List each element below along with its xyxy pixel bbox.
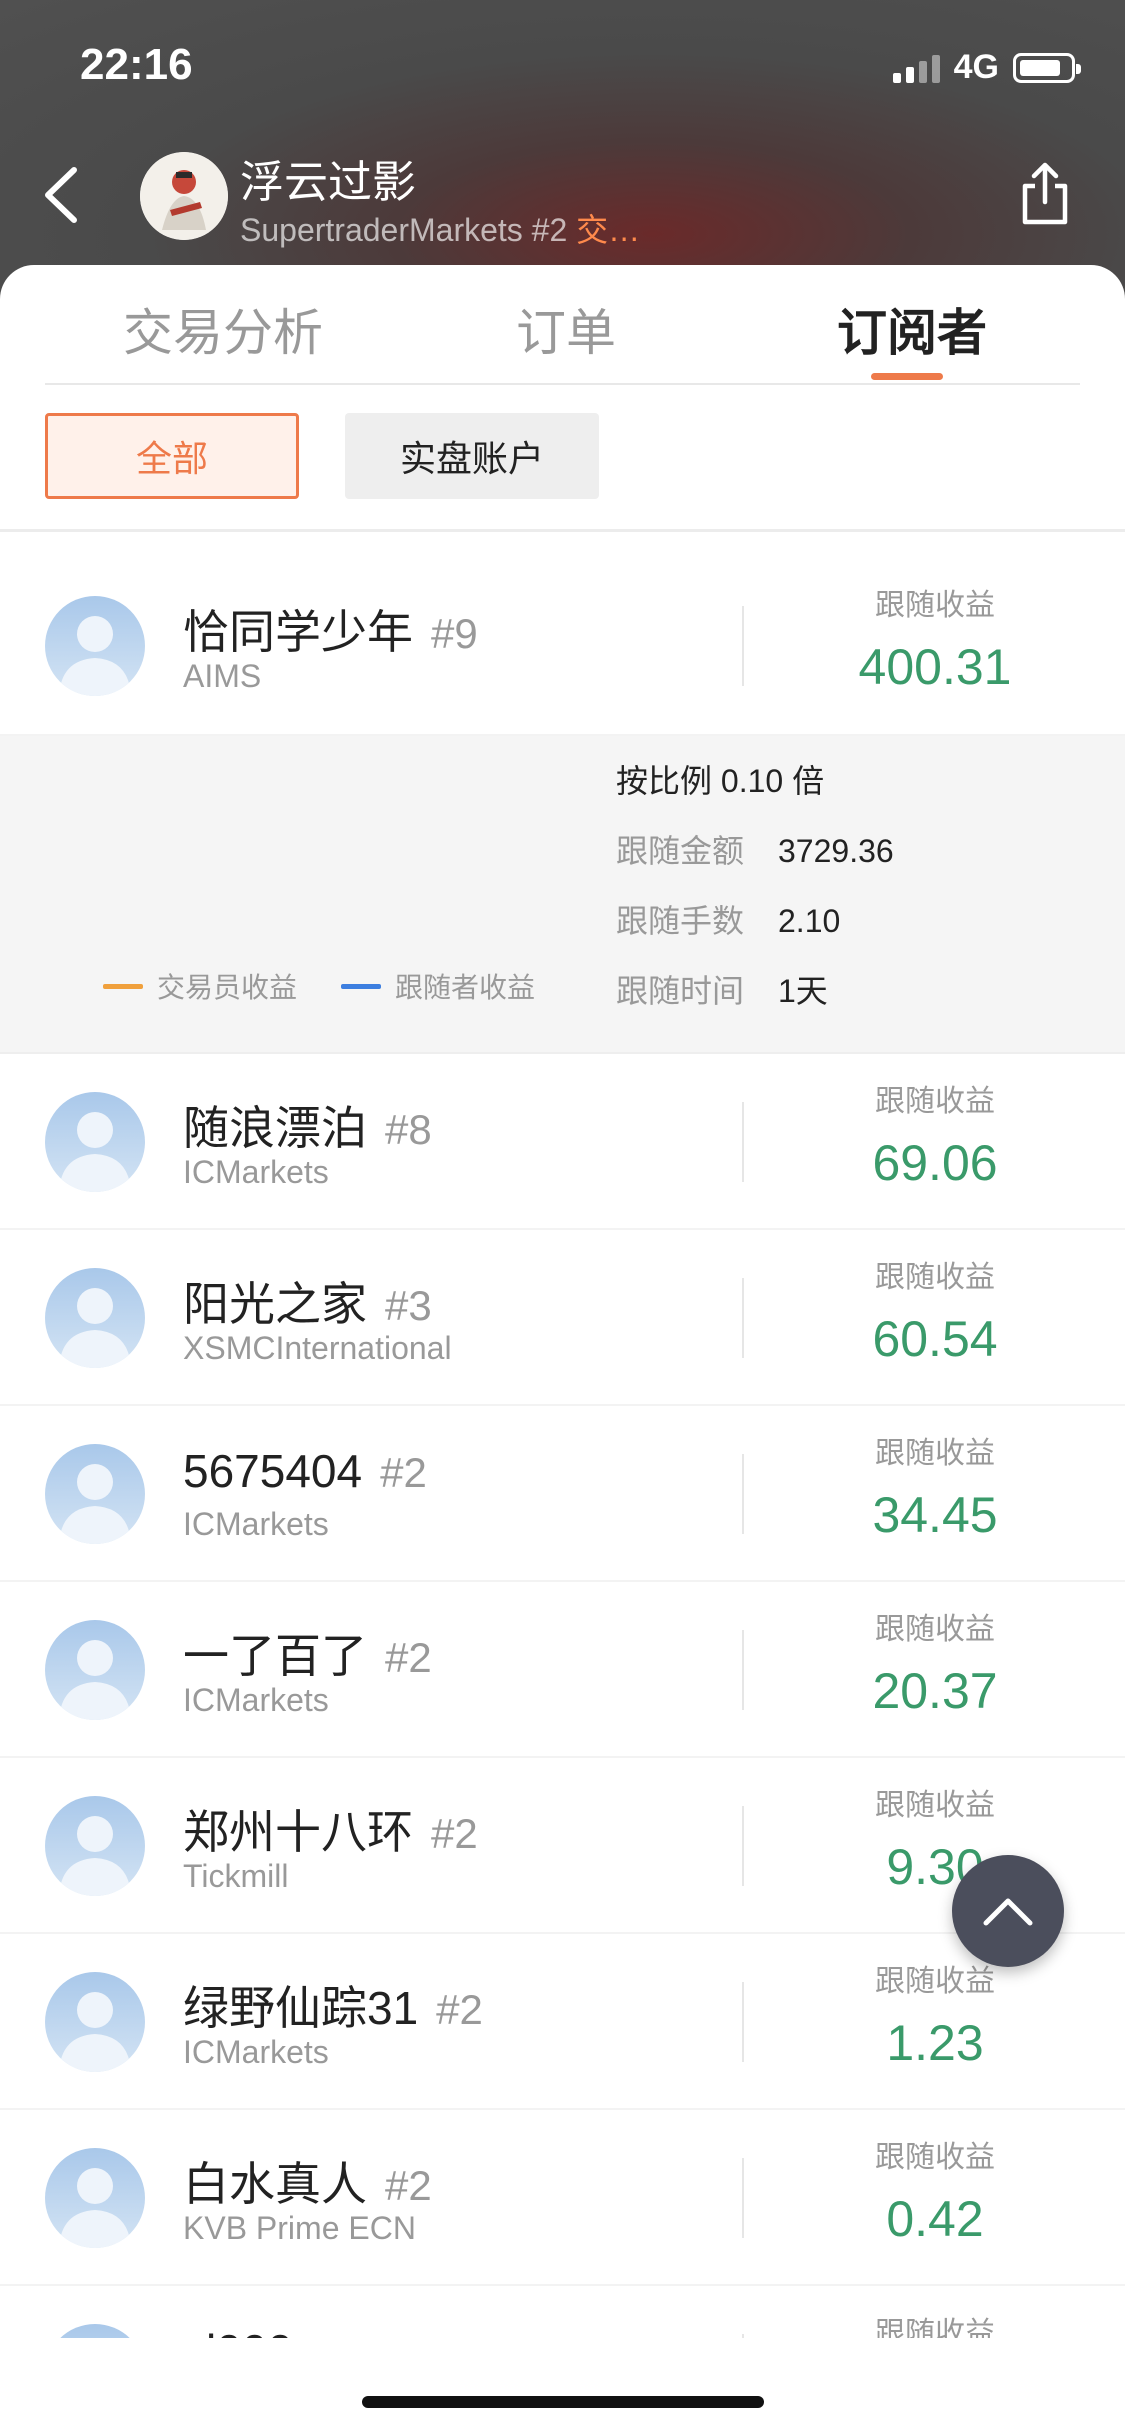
trader-avatar[interactable] (140, 152, 228, 240)
subscriber-rank: #2 (385, 2162, 432, 2209)
subscriber-broker: ICMarkets (183, 2034, 329, 2070)
subscriber-broker: KVB Prime ECN (183, 2210, 416, 2246)
follow-time: 跟随时间 1天 (616, 973, 828, 1009)
tab-subscribers[interactable]: 订阅者 (837, 293, 987, 365)
chart-legend: 交易员收益 跟随者收益 (103, 966, 579, 1006)
avatar (45, 1620, 145, 1720)
divider (742, 1806, 744, 1886)
profit-label: 跟随收益 (875, 589, 995, 622)
profit-value: 400.31 (858, 639, 1012, 695)
subscriber-name: 恰同学少年 #9 (183, 606, 478, 658)
divider (0, 529, 1125, 532)
subscriber-broker: Tickmill (183, 1858, 289, 1894)
chevron-up-icon (983, 1898, 1033, 1926)
subscriber-list: 恰同学少年 #9 AIMS 跟随收益 400.31 交易员收益 跟随者收益 按比例… (0, 558, 1125, 2436)
list-item[interactable]: 阳光之家 #3 XSMCInternational 跟随收益 60.54 (0, 1230, 1125, 1406)
subscriber-rank: #2 (431, 1810, 478, 1857)
avatar (45, 1796, 145, 1896)
follow-lots: 跟随手数 2.10 (616, 903, 841, 939)
subscriber-rank: #2 (436, 1986, 483, 2033)
profit-value: 1.23 (886, 2015, 984, 2071)
divider (742, 606, 744, 686)
filter-live-account-button[interactable]: 实盘账户 (345, 413, 599, 499)
subscriber-broker: AIMS (183, 658, 262, 694)
divider (742, 1102, 744, 1182)
active-tab-indicator (871, 373, 943, 380)
list-item[interactable]: 白水真人 #2 KVB Prime ECN 跟随收益 0.42 (0, 2110, 1125, 2286)
bottom-safe-area (0, 2338, 1125, 2436)
avatar (45, 1268, 145, 1368)
scroll-to-top-button[interactable] (952, 1855, 1064, 1967)
divider (742, 2158, 744, 2238)
divider (742, 1454, 744, 1534)
subscriber-name: 郑州十八环 #2 (183, 1806, 478, 1858)
divider (742, 1278, 744, 1358)
profit-value: 34.45 (872, 1487, 998, 1543)
subscriber-name: 随浪漂泊 #8 (183, 1102, 432, 1154)
subscriber-name: 阳光之家 #3 (183, 1278, 432, 1330)
status-indicators: 4G (892, 48, 1081, 87)
network-type: 4G (953, 48, 999, 86)
avatar (45, 1444, 145, 1544)
subscriber-rank: #2 (380, 1449, 427, 1496)
share-button[interactable] (1017, 160, 1073, 228)
profit-label: 跟随收益 (875, 1261, 995, 1294)
follow-ratio: 按比例 0.10 倍 (616, 763, 825, 799)
subscriber-broker: ICMarkets (183, 1154, 329, 1190)
chevron-left-icon (45, 167, 77, 223)
profit-value: 60.54 (872, 1311, 998, 1367)
profit-value: 0.42 (886, 2191, 984, 2247)
divider (742, 1982, 744, 2062)
list-item[interactable]: 恰同学少年 #9 AIMS 跟随收益 400.31 (0, 558, 1125, 736)
profit-label: 跟随收益 (875, 1613, 995, 1646)
profit-value: 69.06 (872, 1135, 998, 1191)
legend-item-trader: 交易员收益 (103, 966, 297, 1006)
subscriber-name: 绿野仙踪31 #2 (183, 1982, 483, 2034)
subscriber-rank: #3 (385, 1282, 432, 1329)
avatar (45, 2148, 145, 2248)
subscriber-rank: #9 (431, 610, 478, 657)
divider (742, 1630, 744, 1710)
filter-all-button[interactable]: 全部 (45, 413, 299, 499)
trader-name: 浮云过影 (240, 158, 416, 207)
avatar (45, 1972, 145, 2072)
legend-swatch (103, 983, 143, 989)
legend-swatch (341, 983, 382, 989)
profit-label: 跟随收益 (875, 1789, 995, 1822)
subscriber-broker: XSMCInternational (183, 1330, 452, 1366)
subscriber-rank: #2 (385, 1634, 432, 1681)
avatar (45, 596, 145, 696)
tab-trade-analysis[interactable]: 交易分析 (123, 293, 323, 365)
list-item[interactable]: 绿野仙踪31 #2 ICMarkets 跟随收益 1.23 (0, 1934, 1125, 2110)
follow-amount: 跟随金额 3729.36 (616, 833, 894, 869)
subscriber-name: 5675404 #2 (183, 1445, 427, 1497)
share-icon (1022, 162, 1068, 225)
back-button[interactable] (38, 160, 88, 230)
legend-item-follower: 跟随者收益 (341, 966, 535, 1006)
trader-subtitle-tag: 交… (576, 212, 641, 248)
profit-value: 20.37 (872, 1663, 998, 1719)
avatar (45, 1092, 145, 1192)
subscriber-broker: ICMarkets (183, 1506, 329, 1542)
subscriber-detail-panel: 交易员收益 跟随者收益 按比例 0.10 倍 跟随金额 3729.36 跟随手数 2… (0, 736, 1125, 1054)
battery-icon (1013, 52, 1081, 83)
content-sheet: 交易分析 订单 订阅者 全部 实盘账户 恰同学少年 #9 AIMS 跟随收益 40… (0, 265, 1125, 2436)
subscriber-name: 白水真人 #2 (183, 2158, 432, 2210)
list-item[interactable]: 一了百了 #2 ICMarkets 跟随收益 20.37 (0, 1582, 1125, 1758)
profit-label: 跟随收益 (875, 1085, 995, 1118)
home-indicator[interactable] (362, 2396, 764, 2408)
subscriber-broker: ICMarkets (183, 1682, 329, 1718)
filter-bar: 全部 实盘账户 (45, 413, 599, 499)
profit-label: 跟随收益 (875, 2141, 995, 2174)
profit-label: 跟随收益 (875, 1437, 995, 1470)
subscriber-rank: #8 (385, 1106, 432, 1153)
signal-icon (892, 53, 940, 83)
list-item[interactable]: 随浪漂泊 #8 ICMarkets 跟随收益 69.06 (0, 1054, 1125, 1230)
trader-subtitle: SupertraderMarkets #2 交… (240, 212, 641, 248)
tab-bar: 交易分析 订单 订阅者 (45, 265, 1080, 385)
list-item[interactable]: 5675404 #2 ICMarkets 跟随收益 34.45 (0, 1406, 1125, 1582)
tab-orders[interactable]: 订单 (516, 293, 616, 365)
status-time: 22:16 (80, 40, 193, 89)
subscriber-name: 一了百了 #2 (183, 1630, 432, 1682)
